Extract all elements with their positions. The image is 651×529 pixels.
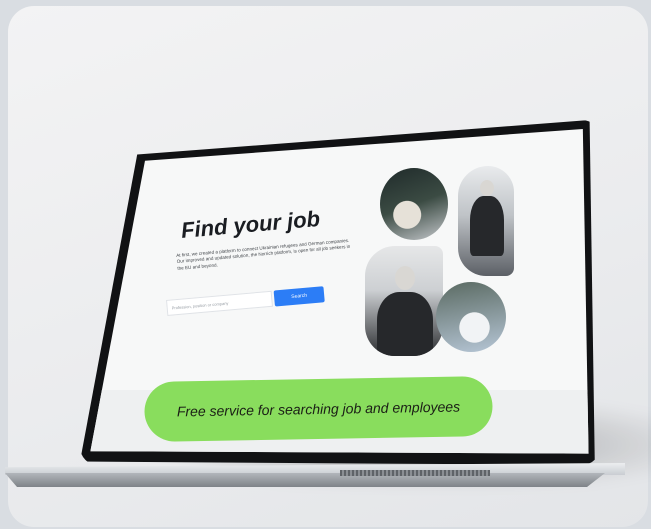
hero-title: Find your job bbox=[180, 205, 321, 243]
hero-description: At first, we created a platform to conne… bbox=[176, 237, 351, 271]
photo-woman-portrait bbox=[458, 166, 514, 276]
cta-banner[interactable]: Free service for searching job and emplo… bbox=[144, 375, 493, 442]
laptop-base bbox=[5, 463, 625, 491]
laptop-screen: Find your job At first, we created a pla… bbox=[90, 128, 589, 454]
search-form: Profession, position or company Search bbox=[166, 286, 327, 316]
search-button[interactable]: Search bbox=[273, 286, 325, 307]
photo-laptop-hands bbox=[380, 168, 448, 240]
laptop-vent bbox=[340, 470, 490, 476]
man-head bbox=[395, 266, 415, 290]
woman-body bbox=[470, 196, 504, 256]
laptop-mockup: Find your job At first, we created a pla… bbox=[80, 120, 600, 465]
man-body bbox=[377, 292, 433, 356]
laptop-base-bottom bbox=[5, 473, 605, 487]
search-input[interactable]: Profession, position or company bbox=[166, 290, 273, 316]
photo-desk-documents bbox=[436, 282, 506, 352]
woman-head bbox=[480, 180, 494, 196]
photo-man-portrait bbox=[365, 246, 443, 356]
